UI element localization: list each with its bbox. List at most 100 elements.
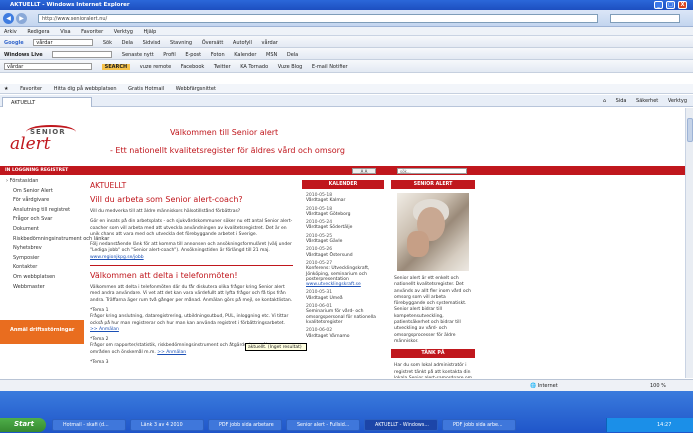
nav-riskbedomning[interactable]: Riskbedömningsinstrument och länkar: [0, 236, 109, 246]
tab-aktuellt[interactable]: AKTUELLT: [2, 97, 92, 107]
menu-hjalp[interactable]: Hjälp: [144, 29, 157, 35]
command-bar: ⌂ Sida Säkerhet Verktyg: [595, 98, 687, 104]
utvecklingskraft-link[interactable]: www.utvecklingskraft.se: [306, 282, 361, 287]
cmd-sida[interactable]: Sida: [616, 98, 627, 104]
zoom-level[interactable]: 100 %: [650, 383, 666, 389]
menu-favoriter[interactable]: Favoriter: [81, 29, 103, 35]
taskbar-item[interactable]: Hotmail - skafi (d...: [52, 419, 126, 431]
taskbar-item[interactable]: Länk 3 av 4 2010: [130, 419, 204, 431]
nav-nyhetsbrev[interactable]: Nyhetsbrev: [0, 245, 84, 255]
taskbar-item[interactable]: Senior alert - Fullsid...: [286, 419, 360, 431]
toolbar-search-button[interactable]: SEARCH: [101, 64, 131, 70]
taskbar-item[interactable]: PDF jobb sida arbe...: [442, 419, 516, 431]
theme-2-signup-link[interactable]: >> Anmälan: [157, 350, 186, 355]
coach-heading[interactable]: Vill du arbeta som Senior alert-coach?: [90, 195, 293, 204]
logo-alert: alert: [10, 134, 51, 154]
event-link[interactable]: Vårdtaget Södertälje: [306, 225, 384, 230]
site-search-input[interactable]: sök...: [397, 168, 467, 174]
scrollbar-thumb[interactable]: [687, 118, 693, 142]
google-autofyll-button[interactable]: Autofyll: [233, 40, 252, 46]
windows-live-label: Windows Live: [4, 52, 43, 58]
google-search-input[interactable]: vårdar: [33, 39, 94, 46]
google-sidvisd-button[interactable]: Sidvisd: [143, 40, 161, 46]
event-link[interactable]: Konferens: Utvecklingskraft, Jönköping, …: [306, 266, 384, 287]
event-link[interactable]: Vårdtaget Värnamo: [306, 334, 384, 339]
favorite-link[interactable]: Gratis Hotmail: [128, 86, 164, 92]
forward-icon[interactable]: ▶: [16, 13, 27, 24]
google-sok-button[interactable]: Sök: [103, 40, 112, 46]
jobs-link[interactable]: www.regionjkpg.se/jobb: [90, 255, 144, 260]
coach-text: Gör en insats på din arbetsplats - och s…: [90, 219, 293, 237]
favorites-star-icon[interactable]: ★: [4, 86, 8, 92]
nav-webbmaster[interactable]: Webbmaster: [0, 284, 84, 294]
vertical-scrollbar[interactable]: [685, 108, 693, 378]
report-outage-button[interactable]: Anmäl driftsstörningar: [0, 320, 84, 344]
cmd-sakerhet[interactable]: Säkerhet: [636, 98, 658, 104]
nav-for-vardgivare[interactable]: För vårdgivare: [0, 197, 84, 207]
nav-kontakter[interactable]: Kontakter: [0, 264, 84, 274]
event-link[interactable]: Vårdtaget Östersund: [306, 253, 384, 258]
windows-live-search-input[interactable]: [52, 51, 113, 58]
toolbar-link[interactable]: KA Tornado: [240, 64, 268, 70]
home-icon[interactable]: ⌂: [603, 98, 606, 104]
window-title: AKTUELLT - Windows Internet Explorer: [10, 2, 130, 8]
start-button[interactable]: Start: [0, 418, 46, 432]
cmd-verktyg[interactable]: Verktyg: [668, 98, 687, 104]
favorites-button[interactable]: Favoriter: [20, 86, 42, 92]
senior-alert-logo[interactable]: SENIOR alert: [8, 120, 88, 160]
wlive-item[interactable]: MSN: [266, 52, 277, 58]
nav-fragor-och-svar[interactable]: Frågor och Svar: [0, 216, 84, 226]
event-link[interactable]: Vårdtaget Göteborg: [306, 212, 384, 217]
event-link[interactable]: Vårdtaget Kalmar: [306, 198, 384, 203]
minimize-button[interactable]: _: [654, 1, 663, 9]
event-link[interactable]: Vårdtaget Gävle: [306, 239, 384, 244]
nav-om-webbplatsen[interactable]: Om webbplatsen: [0, 274, 84, 284]
menu-visa[interactable]: Visa: [60, 29, 70, 35]
wlive-item[interactable]: Senaste nytt: [122, 52, 154, 58]
welcome-heading: Välkommen till Senior alert: [170, 128, 279, 137]
google-toolbar: Google vårdar Sök Dela Sidvisd Stavning …: [0, 36, 693, 48]
wlive-item[interactable]: Dela: [287, 52, 298, 58]
taskbar-item-active[interactable]: AKTUELLT - Windows...: [364, 419, 438, 431]
google-dela-button[interactable]: Dela: [122, 40, 133, 46]
google-highlight-button[interactable]: vårdar: [262, 40, 278, 46]
coach-intro: Vill du medverka till att äldre människo…: [90, 209, 241, 214]
url-input[interactable]: http://www.senioralert.nu/: [38, 14, 598, 23]
toolbar-search-input[interactable]: vårdar: [4, 63, 92, 70]
menu-redigera[interactable]: Redigera: [27, 29, 49, 35]
favorite-link[interactable]: Webbfärgsnittet: [176, 86, 216, 92]
toolbar-link[interactable]: Vuze Blog: [278, 64, 303, 70]
login-link[interactable]: IN LOGGNING REGISTRET: [5, 168, 68, 173]
google-stavning-button[interactable]: Stavning: [170, 40, 192, 46]
menu-verktyg[interactable]: Verktyg: [114, 29, 133, 35]
toolbar-link[interactable]: Facebook: [181, 64, 205, 70]
telephone-meeting-heading[interactable]: Välkommen att delta i telefonmöten!: [90, 271, 293, 280]
wlive-item[interactable]: Foton: [211, 52, 225, 58]
nav-symposier[interactable]: Symposier: [0, 255, 84, 265]
event-link[interactable]: Seminarium för vård- och omsorgspersonal…: [306, 309, 384, 325]
wlive-item[interactable]: Profil: [163, 52, 175, 58]
nav-anslutning[interactable]: Anslutning till registret: [0, 207, 84, 217]
text-size-button[interactable]: A A: [352, 168, 376, 174]
wlive-item[interactable]: Kalender: [234, 52, 256, 58]
toolbar-link[interactable]: vuze remote: [140, 64, 171, 70]
maximize-button[interactable]: □: [666, 1, 675, 9]
theme-3: *Tema 3: [90, 360, 109, 366]
close-button[interactable]: X: [678, 1, 687, 9]
wlive-item[interactable]: E-post: [185, 52, 201, 58]
favorite-link[interactable]: Hitta dig på webbplatsen: [54, 86, 117, 92]
menu-arkiv[interactable]: Arkiv: [4, 29, 17, 35]
back-icon[interactable]: ◀: [3, 13, 14, 24]
nav-forstasidan[interactable]: › Förstasidan: [0, 178, 84, 188]
nav-om-senior-alert[interactable]: Om Senior Alert: [0, 188, 84, 198]
event-link[interactable]: Vårdtaget Umeå: [306, 296, 384, 301]
toolbar-link[interactable]: Twitter: [214, 64, 231, 70]
address-bar: ◀ ▶ http://www.senioralert.nu/: [0, 10, 693, 27]
taskbar-item[interactable]: PDF jobb sida arbetare: [208, 419, 282, 431]
clock[interactable]: 14:27: [657, 422, 671, 428]
theme-1-signup-link[interactable]: >> Anmälan: [90, 327, 119, 332]
google-oversatt-button[interactable]: Översätt: [202, 40, 224, 46]
nav-dokument[interactable]: Dokument: [0, 226, 84, 236]
browser-search-input[interactable]: [610, 14, 680, 23]
toolbar-link[interactable]: E-mail Notifier: [312, 64, 348, 70]
